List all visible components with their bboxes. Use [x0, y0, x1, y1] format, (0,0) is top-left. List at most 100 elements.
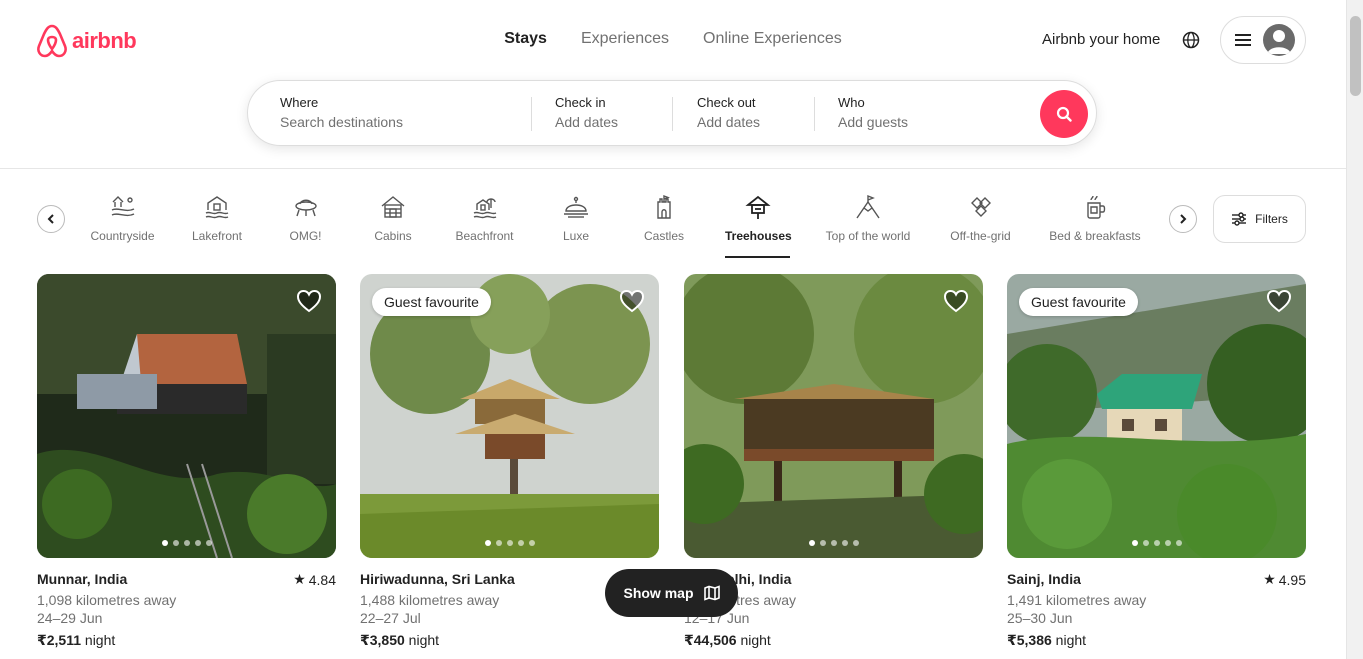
where-field[interactable]: Where Search destinations	[280, 95, 403, 130]
listing-photo[interactable]	[684, 274, 983, 558]
search-button[interactable]	[1040, 90, 1088, 138]
page-scrollbar[interactable]	[1346, 0, 1363, 659]
castles-icon	[657, 194, 671, 219]
chevron-right-icon	[1180, 214, 1187, 224]
category-next-button[interactable]	[1169, 205, 1197, 233]
globe-icon[interactable]	[1182, 31, 1200, 49]
listing-image	[37, 274, 336, 558]
category-countryside[interactable]: Countryside	[88, 194, 157, 243]
listing-price: ₹44,506 night	[684, 632, 983, 649]
user-icon	[1267, 30, 1291, 54]
show-map-label: Show map	[623, 585, 694, 601]
listing-card[interactable]: Munnar, India ★ 4.84 1,098 kilometres awa…	[37, 274, 336, 649]
listing-dates: 25–30 Jun	[1007, 610, 1073, 626]
host-link[interactable]: Airbnb your home	[1042, 31, 1160, 48]
treehouses-icon	[744, 195, 771, 219]
listing-dates: 24–29 Jun	[37, 610, 103, 626]
category-cabins[interactable]: Cabins	[373, 194, 413, 243]
category-label: Off-the-grid	[950, 229, 1011, 243]
category-off-the-grid[interactable]: Off-the-grid	[946, 194, 1015, 243]
heart-icon[interactable]	[619, 288, 645, 314]
photo-pagination	[360, 540, 659, 546]
listing-photo[interactable]	[37, 274, 336, 558]
category-luxe[interactable]: Luxe	[562, 194, 590, 243]
where-input[interactable]: Search destinations	[280, 114, 403, 130]
price-unit: night	[740, 632, 771, 648]
luxe-icon	[564, 196, 588, 218]
where-label: Where	[280, 95, 319, 110]
lakefront-icon	[205, 196, 229, 219]
category-label: Castles	[643, 229, 684, 243]
chevron-left-icon	[47, 214, 54, 224]
category-lakefront[interactable]: Lakefront	[189, 194, 245, 243]
heart-icon[interactable]	[296, 288, 322, 314]
checkout-label: Check out	[697, 95, 756, 110]
tab-online-experiences[interactable]: Online Experiences	[703, 30, 842, 48]
checkin-input[interactable]: Add dates	[555, 114, 618, 130]
search-bar: Where Search destinations Check in Add d…	[247, 80, 1097, 146]
category-label: Luxe	[562, 229, 590, 243]
listing-image	[1007, 274, 1306, 558]
search-divider	[672, 97, 673, 131]
category-top-of-the-world[interactable]: Top of the world	[822, 194, 914, 243]
search-divider	[814, 97, 815, 131]
checkin-label: Check in	[555, 95, 606, 110]
price-unit: night	[1055, 632, 1087, 648]
price-value: ₹44,506	[684, 632, 737, 648]
listing-photo[interactable]: Guest favourite	[360, 274, 659, 558]
heart-icon[interactable]	[943, 288, 969, 314]
checkout-input[interactable]: Add dates	[697, 114, 760, 130]
who-field[interactable]: Who Add guests	[838, 95, 908, 130]
category-castles[interactable]: Castles	[643, 194, 685, 243]
scrollbar-thumb[interactable]	[1350, 16, 1361, 96]
filters-button[interactable]: Filters	[1213, 195, 1306, 243]
listing-distance: 1,491 kilometres away	[1007, 592, 1147, 608]
tab-stays[interactable]: Stays	[504, 30, 547, 48]
category-beachfront[interactable]: Beachfront	[453, 194, 516, 243]
listing-rating: ★ 4.95	[1263, 571, 1306, 588]
price-unit: night	[408, 632, 440, 648]
listing-price: ₹5,386 night	[1007, 632, 1306, 649]
beachfront-icon	[473, 198, 496, 219]
tab-experiences[interactable]: Experiences	[581, 30, 669, 48]
listing-price: ₹2,511 night	[37, 632, 336, 649]
photo-pagination	[684, 540, 983, 546]
who-label: Who	[838, 95, 865, 110]
guest-favourite-badge: Guest favourite	[1019, 288, 1138, 316]
category-label: Treehouses	[725, 229, 792, 243]
star-icon: ★	[1263, 571, 1276, 587]
search-icon	[1056, 106, 1072, 122]
category-omg[interactable]: OMG!	[289, 194, 322, 243]
photo-pagination	[1007, 540, 1306, 546]
rating-value: 4.95	[1278, 571, 1306, 588]
avatar	[1263, 24, 1295, 56]
category-treehouses[interactable]: Treehouses	[725, 194, 792, 258]
checkin-field[interactable]: Check in Add dates	[555, 95, 618, 130]
listing-image	[684, 274, 983, 558]
who-input[interactable]: Add guests	[838, 114, 908, 130]
category-bed-and-breakfasts[interactable]: Bed & breakfasts	[1047, 194, 1143, 243]
heart-icon[interactable]	[1266, 288, 1292, 314]
mountain-icon	[856, 194, 880, 219]
show-map-button[interactable]: Show map	[605, 569, 738, 617]
listing-location: Munnar, India	[37, 571, 128, 587]
listing-image	[360, 274, 659, 558]
category-label: Top of the world	[825, 229, 911, 243]
user-menu-button[interactable]	[1220, 16, 1306, 64]
listing-dates: 12–17 Jun	[684, 610, 750, 626]
cabins-icon	[381, 196, 405, 218]
category-label: Cabins	[374, 229, 412, 243]
listing-distance: 1,098 kilometres away	[37, 592, 177, 608]
category-prev-button[interactable]	[37, 205, 65, 233]
category-label: Bed & breakfasts	[1049, 229, 1141, 243]
photo-pagination	[37, 540, 336, 546]
checkout-field[interactable]: Check out Add dates	[697, 95, 760, 130]
breakfast-icon	[1087, 195, 1106, 219]
map-icon	[703, 585, 720, 601]
listing-card[interactable]: Guest favourite Sainj, India ★ 4.95 1,491…	[1007, 274, 1306, 649]
category-label: Lakefront	[191, 229, 243, 243]
star-icon: ★	[293, 571, 306, 587]
filters-label: Filters	[1255, 212, 1288, 226]
site-header: airbnb Stays Experiences Online Experien…	[0, 0, 1346, 169]
listing-photo[interactable]: Guest favourite	[1007, 274, 1306, 558]
